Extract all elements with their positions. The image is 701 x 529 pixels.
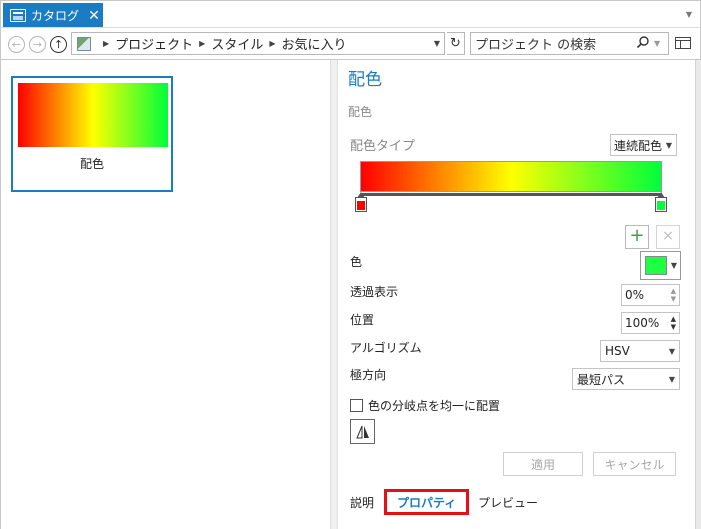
color-stop-swatch [357,201,365,210]
chevron-down-icon: ▼ [665,140,672,150]
pane-splitter[interactable] [330,60,338,529]
chevron-down-icon[interactable]: ▼ [654,39,668,48]
catalog-icon [10,9,26,22]
spinner-arrows-icon[interactable]: ▲ ▼ [671,287,676,303]
chevron-down-icon: ▼ [670,261,677,270]
tab-strip: カタログ ✕ ▼ [0,0,701,28]
ramp-track [362,193,662,196]
color-stop-swatch [657,201,665,210]
chevron-right-icon[interactable]: ▶ [269,39,275,48]
flip-icon [355,425,369,438]
search-placeholder: プロジェクト の検索 [475,38,597,53]
color-swatch [645,256,667,275]
chevron-right-icon[interactable]: ▶ [103,39,109,48]
up-arrow-icon[interactable]: ↑ [50,36,67,53]
bottom-tabs: 説明 プロパティ プレビュー [338,485,695,521]
color-stop-start[interactable] [355,192,367,212]
position-label: 位置 [350,313,375,327]
forward-arrow-icon[interactable]: → [29,36,46,53]
algorithm-select[interactable]: HSV ▼ [600,340,680,362]
color-scheme-type-select[interactable]: 連続配色 ▼ [610,134,677,156]
tab-list-dropdown-icon[interactable]: ▼ [686,10,692,19]
polar-direction-label: 極方向 [350,368,387,382]
breadcrumb-styles[interactable]: スタイル [211,34,263,53]
search-icon[interactable] [636,35,654,53]
color-ramp-thumbnail [18,83,168,147]
page-subtitle: 配色 [348,105,373,119]
position-spinner[interactable]: 100% ▲ ▼ [621,312,680,334]
tab-catalog-label: カタログ [31,9,80,23]
chevron-right-icon[interactable]: ▶ [199,39,205,48]
page-title: 配色 [348,70,382,90]
polar-direction-value: 最短パス [577,372,626,387]
transparency-spinner[interactable]: 0% ▲ ▼ [621,284,680,306]
color-ramp-editor [355,161,667,216]
algorithm-label: アルゴリズム [350,341,422,355]
algorithm-value: HSV [605,344,630,358]
position-value: 100% [625,316,660,330]
back-arrow-icon[interactable]: ← [8,36,25,53]
color-scheme-item[interactable]: 配色 [11,76,173,192]
address-bar: ← → ↑ ▶ プロジェクト ▶ スタイル ▶ お気に入り ▼ ↻ プロジェクト… [0,27,701,60]
items-pane: 配色 [0,60,330,529]
breadcrumb-project[interactable]: プロジェクト [115,34,193,53]
close-icon[interactable]: ✕ [85,8,103,24]
spinner-arrows-icon[interactable]: ▲ ▼ [671,315,676,331]
details-pane-icon[interactable] [675,37,691,49]
color-ramp[interactable] [360,161,662,192]
add-stop-button[interactable]: + [625,225,649,249]
flip-ramp-button[interactable] [350,419,375,444]
color-label: 色 [350,255,363,269]
scrollbar[interactable] [695,60,701,529]
breadcrumb-favorites[interactable]: お気に入り [282,34,347,53]
apply-button[interactable]: 適用 [503,452,583,476]
refresh-icon[interactable]: ↻ [447,32,465,55]
tab-catalog[interactable]: カタログ ✕ [3,3,103,28]
polar-direction-select[interactable]: 最短パス ▼ [572,368,680,390]
search-input[interactable]: プロジェクト の検索 ▼ [470,32,669,55]
color-stop-end[interactable] [655,192,667,212]
delete-stop-button[interactable]: × [656,225,680,249]
chevron-down-icon[interactable]: ▼ [434,39,440,48]
path-breadcrumb[interactable]: ▶ プロジェクト ▶ スタイル ▶ お気に入り ▼ [71,32,445,55]
color-picker[interactable]: ▼ [640,251,681,280]
color-scheme-type-value: 連続配色 [614,138,663,153]
tab-properties[interactable]: プロパティ [384,489,470,515]
cancel-button[interactable]: キャンセル [593,452,676,476]
distribute-evenly-label: 色の分岐点を均一に配置 [368,399,501,413]
tab-preview[interactable]: プレビュー [478,489,538,515]
color-scheme-type-label: 配色タイプ [350,139,416,154]
item-label: 配色 [79,157,104,171]
transparency-label: 透過表示 [350,285,399,299]
project-icon [77,36,91,51]
chevron-down-icon: ▼ [668,374,675,384]
transparency-value: 0% [625,288,645,302]
distribute-evenly-row[interactable]: 色の分岐点を均一に配置 [350,397,500,414]
tab-description[interactable]: 説明 [350,489,374,515]
distribute-evenly-checkbox[interactable] [350,399,363,412]
chevron-down-icon: ▼ [668,346,675,356]
properties-pane: 配色 配色 配色タイプ 連続配色 ▼ + × 色 ▼ 透過表示 0% ▲ ▼ 位置… [338,60,695,529]
